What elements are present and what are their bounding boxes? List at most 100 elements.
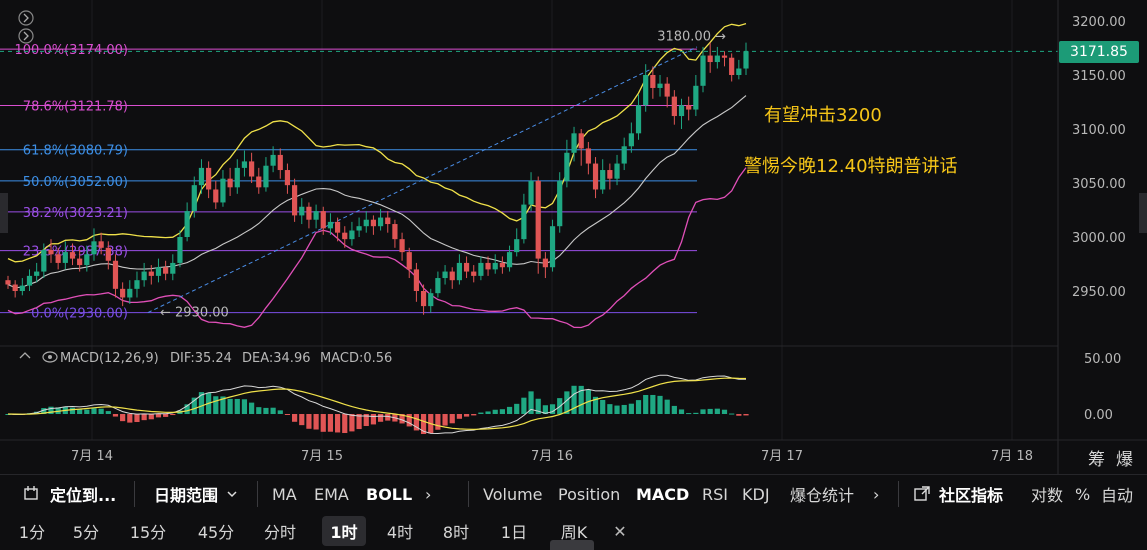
candle-body xyxy=(420,291,427,307)
annotation-target: 有望冲击3200 xyxy=(764,105,882,126)
indicator-liquidation[interactable]: 爆仓统计 xyxy=(790,475,854,513)
timeframe-2[interactable]: 15分 xyxy=(122,512,174,550)
divider xyxy=(257,481,258,507)
percent-scale-toggle[interactable]: % xyxy=(1075,475,1090,513)
candle-body xyxy=(621,146,627,164)
candle-body xyxy=(127,288,133,298)
timeframe-3[interactable]: 45分 xyxy=(190,512,242,550)
macd-histogram-bar xyxy=(521,397,527,414)
candle-body xyxy=(492,262,498,270)
candle-body xyxy=(442,271,448,279)
candle-body xyxy=(528,180,534,205)
candle-body xyxy=(471,271,477,276)
macd-histogram-bar xyxy=(98,408,104,414)
timeframe-7[interactable]: 8时 xyxy=(434,512,478,550)
macd-histogram-bar xyxy=(155,414,162,418)
macd-histogram-bar xyxy=(120,414,126,422)
indicator-volume[interactable]: Volume xyxy=(483,475,543,513)
macd-histogram-bar xyxy=(721,409,728,414)
indicator-macd[interactable]: MACD xyxy=(636,475,689,513)
indicator-kdj[interactable]: KDJ xyxy=(742,475,770,513)
macd-histogram-bar xyxy=(456,414,462,419)
timeframe-5[interactable]: 1时 xyxy=(322,516,366,546)
macd-histogram-bar xyxy=(471,414,477,416)
macd-histogram-bar xyxy=(249,402,255,414)
candle-body xyxy=(671,96,677,117)
candle-body xyxy=(356,226,362,231)
candle-body xyxy=(399,239,405,253)
macd-histogram-bar xyxy=(241,399,248,414)
community-indicators-button[interactable]: 社区指标 xyxy=(913,475,1003,513)
macd-histogram-bar xyxy=(69,407,76,414)
price-chart[interactable]: 100.0%(3174.00) 78.6%(3121.78) 61.8%(3080.… xyxy=(0,0,1147,474)
candle-body xyxy=(578,133,584,149)
candle-body xyxy=(5,280,11,285)
fib-label: 0.0%(2930.00) xyxy=(31,307,128,322)
y-tick-label: 2950.00 xyxy=(1072,285,1126,300)
locate-icon xyxy=(24,486,38,500)
y-tick-label: 3200.00 xyxy=(1072,15,1126,30)
candle-body xyxy=(342,232,348,240)
macd-histogram-bar xyxy=(485,411,491,414)
macd-histogram-bar xyxy=(671,405,677,414)
macd-histogram-bar xyxy=(327,414,334,432)
indicator-boll[interactable]: BOLL xyxy=(366,475,412,513)
locate-button[interactable]: 定位到... xyxy=(22,475,116,513)
macd-histogram-bar xyxy=(635,400,642,414)
date-range-button[interactable]: 日期范围 xyxy=(154,475,240,513)
macd-histogram-bar xyxy=(463,414,470,417)
candle-body xyxy=(84,254,90,266)
macd-histogram-bar xyxy=(628,403,634,414)
resize-handle[interactable] xyxy=(550,540,594,550)
chevron-down-icon xyxy=(227,491,237,498)
candle-body xyxy=(664,83,670,97)
candle-body xyxy=(392,224,398,240)
indicator-ma[interactable]: MA xyxy=(272,475,297,513)
indicator-position[interactable]: Position xyxy=(558,475,620,513)
macd-histogram-bar xyxy=(621,404,627,414)
candle-body xyxy=(148,271,154,276)
candle-body xyxy=(707,55,713,63)
liquidation-button[interactable]: 爆 xyxy=(1116,445,1133,470)
macd-histogram-bar xyxy=(334,414,341,433)
sub-indicators-more[interactable]: › xyxy=(873,475,879,513)
close-icon[interactable]: ✕ xyxy=(610,512,630,550)
indicator-ema[interactable]: EMA xyxy=(314,475,349,513)
left-panel-handle[interactable] xyxy=(0,193,8,233)
macd-histogram-bar xyxy=(514,403,520,414)
timeframe-8[interactable]: 1日 xyxy=(494,512,534,550)
candle-body xyxy=(277,154,283,171)
timeframe-4[interactable]: 分时 xyxy=(256,512,304,550)
candle-body xyxy=(714,55,720,63)
macd-histogram-bar xyxy=(664,399,670,414)
x-tick-label: 7月 16 xyxy=(531,449,573,464)
candle-body xyxy=(686,105,692,110)
candle-body xyxy=(256,176,262,188)
candle-body xyxy=(449,271,455,281)
macd-histogram-bar xyxy=(686,413,692,415)
candle-body xyxy=(263,165,269,188)
indicator-rsi[interactable]: RSI xyxy=(702,475,728,513)
timeframe-1[interactable]: 5分 xyxy=(66,512,106,550)
candle-body xyxy=(191,185,197,212)
right-panel-handle[interactable] xyxy=(1139,193,1147,233)
log-scale-toggle[interactable]: 对数 xyxy=(1031,475,1063,513)
auto-scale-toggle[interactable]: 自动 xyxy=(1101,475,1133,513)
chip-distribution-button[interactable]: 筹 xyxy=(1088,445,1105,470)
fib-label: 38.2%(3023.21) xyxy=(23,206,128,221)
candle-body xyxy=(549,226,556,268)
candle-body xyxy=(62,252,68,263)
candle-body xyxy=(600,170,606,190)
main-indicators-more[interactable]: › xyxy=(425,475,431,513)
candle-body xyxy=(120,288,126,298)
timeframe-0[interactable]: 1分 xyxy=(14,512,50,550)
macd-histogram-bar xyxy=(707,408,713,414)
candle-body xyxy=(198,167,205,186)
macd-histogram-bar xyxy=(643,394,649,414)
timeframe-6[interactable]: 4时 xyxy=(378,512,422,550)
candle-body xyxy=(112,260,119,289)
candle-body xyxy=(55,254,61,263)
candle-body xyxy=(377,217,384,227)
macd-histogram-bar xyxy=(700,409,706,414)
candle-body xyxy=(177,237,183,263)
